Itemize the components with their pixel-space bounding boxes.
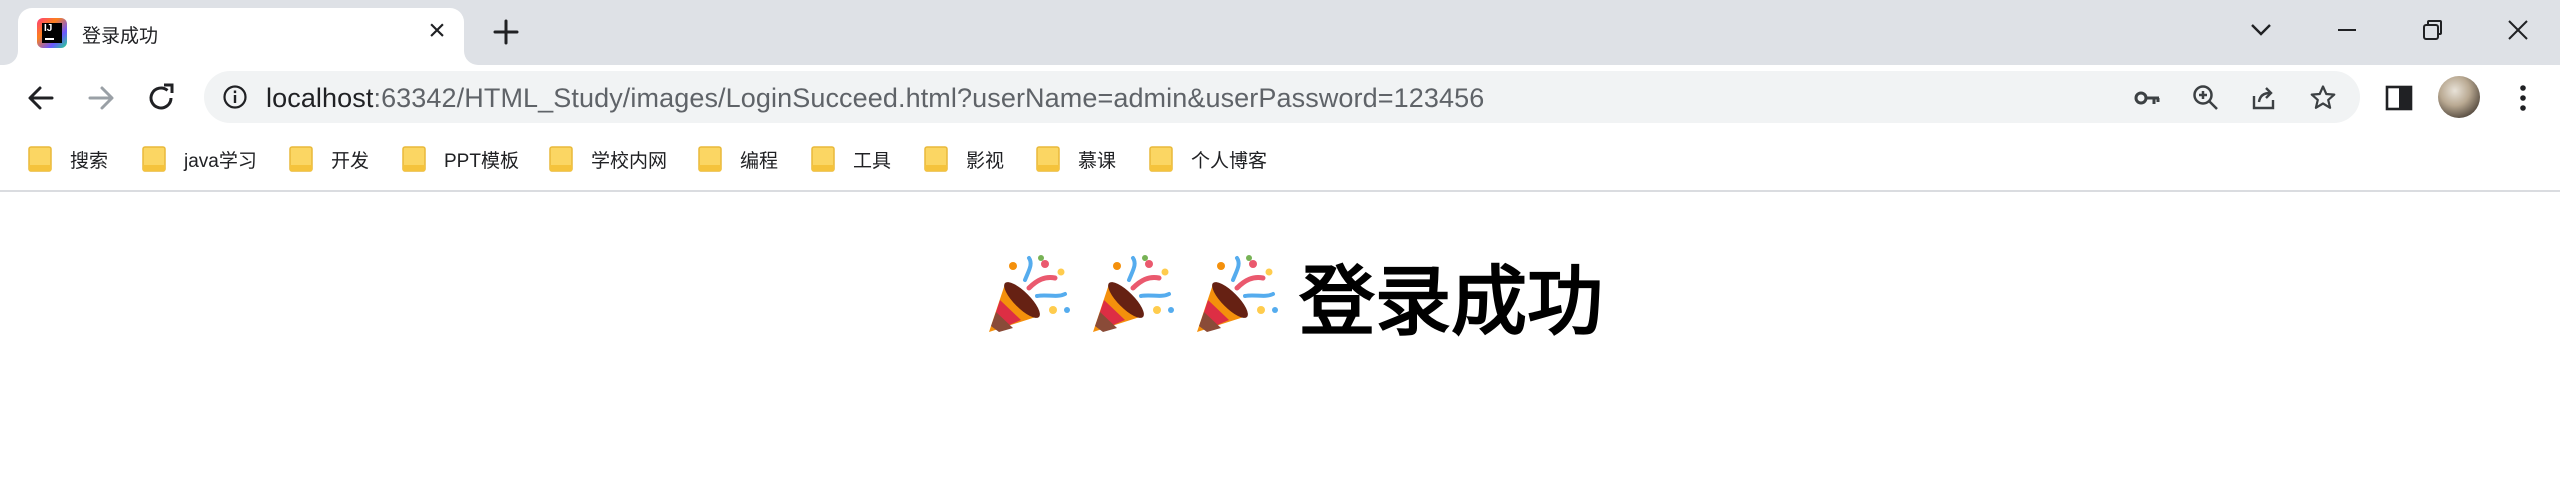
bookmark-label: java学习 (184, 150, 257, 172)
zoom-icon[interactable] (2191, 83, 2221, 113)
bookmark-star-icon[interactable] (2308, 83, 2338, 113)
party-popper-icon (1197, 255, 1278, 332)
page-heading: 登录成功 (985, 250, 1603, 346)
bookmark-label: 工具 (853, 150, 892, 172)
tab-close-icon[interactable]: × (422, 16, 452, 47)
bookmark-folder[interactable]: 工具 (811, 142, 891, 176)
bookmark-folder[interactable]: 个人博客 (1149, 142, 1267, 176)
bookmark-folder[interactable]: 编程 (698, 142, 778, 176)
bookmark-label: 影视 (966, 150, 1005, 172)
side-panel-icon[interactable] (2380, 79, 2418, 117)
share-icon[interactable] (2249, 83, 2279, 113)
bookmark-label: 开发 (331, 150, 370, 172)
bookmark-folder[interactable]: java学习 (142, 142, 257, 176)
reload-icon[interactable] (142, 79, 180, 117)
close-window-icon[interactable] (2498, 10, 2538, 50)
tab-strip: IJ 登录成功 × (0, 0, 2560, 65)
bookmark-folder[interactable]: 学校内网 (549, 142, 667, 176)
new-tab-icon[interactable] (488, 14, 524, 50)
restore-icon[interactable] (2412, 10, 2452, 50)
folder-icon (142, 146, 166, 172)
bookmark-label: 学校内网 (591, 150, 668, 172)
forward-icon[interactable] (82, 79, 120, 117)
back-icon[interactable] (22, 79, 60, 117)
toolbar: localhost:63342/HTML_Study/images/LoginS… (0, 65, 2560, 130)
folder-icon (698, 146, 722, 172)
folder-icon (289, 146, 313, 172)
tab-title: 登录成功 (82, 26, 159, 47)
party-popper-icon (989, 255, 1070, 332)
browser-window: IJ 登录成功 × localhost:63342/HTML_Study/ima… (0, 0, 2560, 483)
folder-icon (28, 146, 52, 172)
bookmark-folder[interactable]: 搜索 (28, 142, 108, 176)
intellij-favicon-icon: IJ (37, 18, 67, 48)
bookmark-folder[interactable]: PPT模板 (402, 142, 519, 176)
bookmarks-bar: 搜索 java学习 开发 PPT模板 学校内网 编程 工具 影视 慕课 个人博客 (0, 130, 2560, 192)
folder-icon (549, 146, 573, 172)
bookmark-folder[interactable]: 开发 (289, 142, 369, 176)
bookmark-label: 个人博客 (1191, 150, 1268, 172)
site-info-icon[interactable] (222, 84, 248, 110)
bookmark-folder[interactable]: 慕课 (1036, 142, 1116, 176)
profile-avatar[interactable] (2438, 76, 2480, 118)
folder-icon (402, 146, 426, 172)
bookmark-label: PPT模板 (444, 150, 519, 172)
menu-kebab-icon[interactable] (2504, 79, 2542, 117)
page-content: 登录成功 (0, 192, 2560, 483)
folder-icon (1149, 146, 1173, 172)
bookmark-label: 慕课 (1078, 150, 1117, 172)
folder-icon (924, 146, 948, 172)
tab-search-chevron-icon[interactable] (2241, 10, 2281, 50)
key-icon[interactable] (2132, 83, 2162, 113)
url-path: :63342/HTML_Study/images/LoginSucceed.ht… (373, 83, 1485, 113)
active-tab[interactable]: IJ 登录成功 × (18, 8, 464, 65)
bookmark-label: 编程 (740, 150, 779, 172)
url-host: localhost (266, 83, 374, 113)
folder-icon (811, 146, 835, 172)
url-text[interactable]: localhost:63342/HTML_Study/images/LoginS… (266, 83, 1484, 114)
bookmark-folder[interactable]: 影视 (924, 142, 1004, 176)
bookmark-label: 搜索 (70, 150, 109, 172)
folder-icon (1036, 146, 1060, 172)
success-heading-text: 登录成功 (1299, 257, 1603, 346)
party-popper-icon (1093, 255, 1174, 332)
address-bar[interactable]: localhost:63342/HTML_Study/images/LoginS… (204, 71, 2360, 123)
minimize-icon[interactable] (2327, 10, 2367, 50)
